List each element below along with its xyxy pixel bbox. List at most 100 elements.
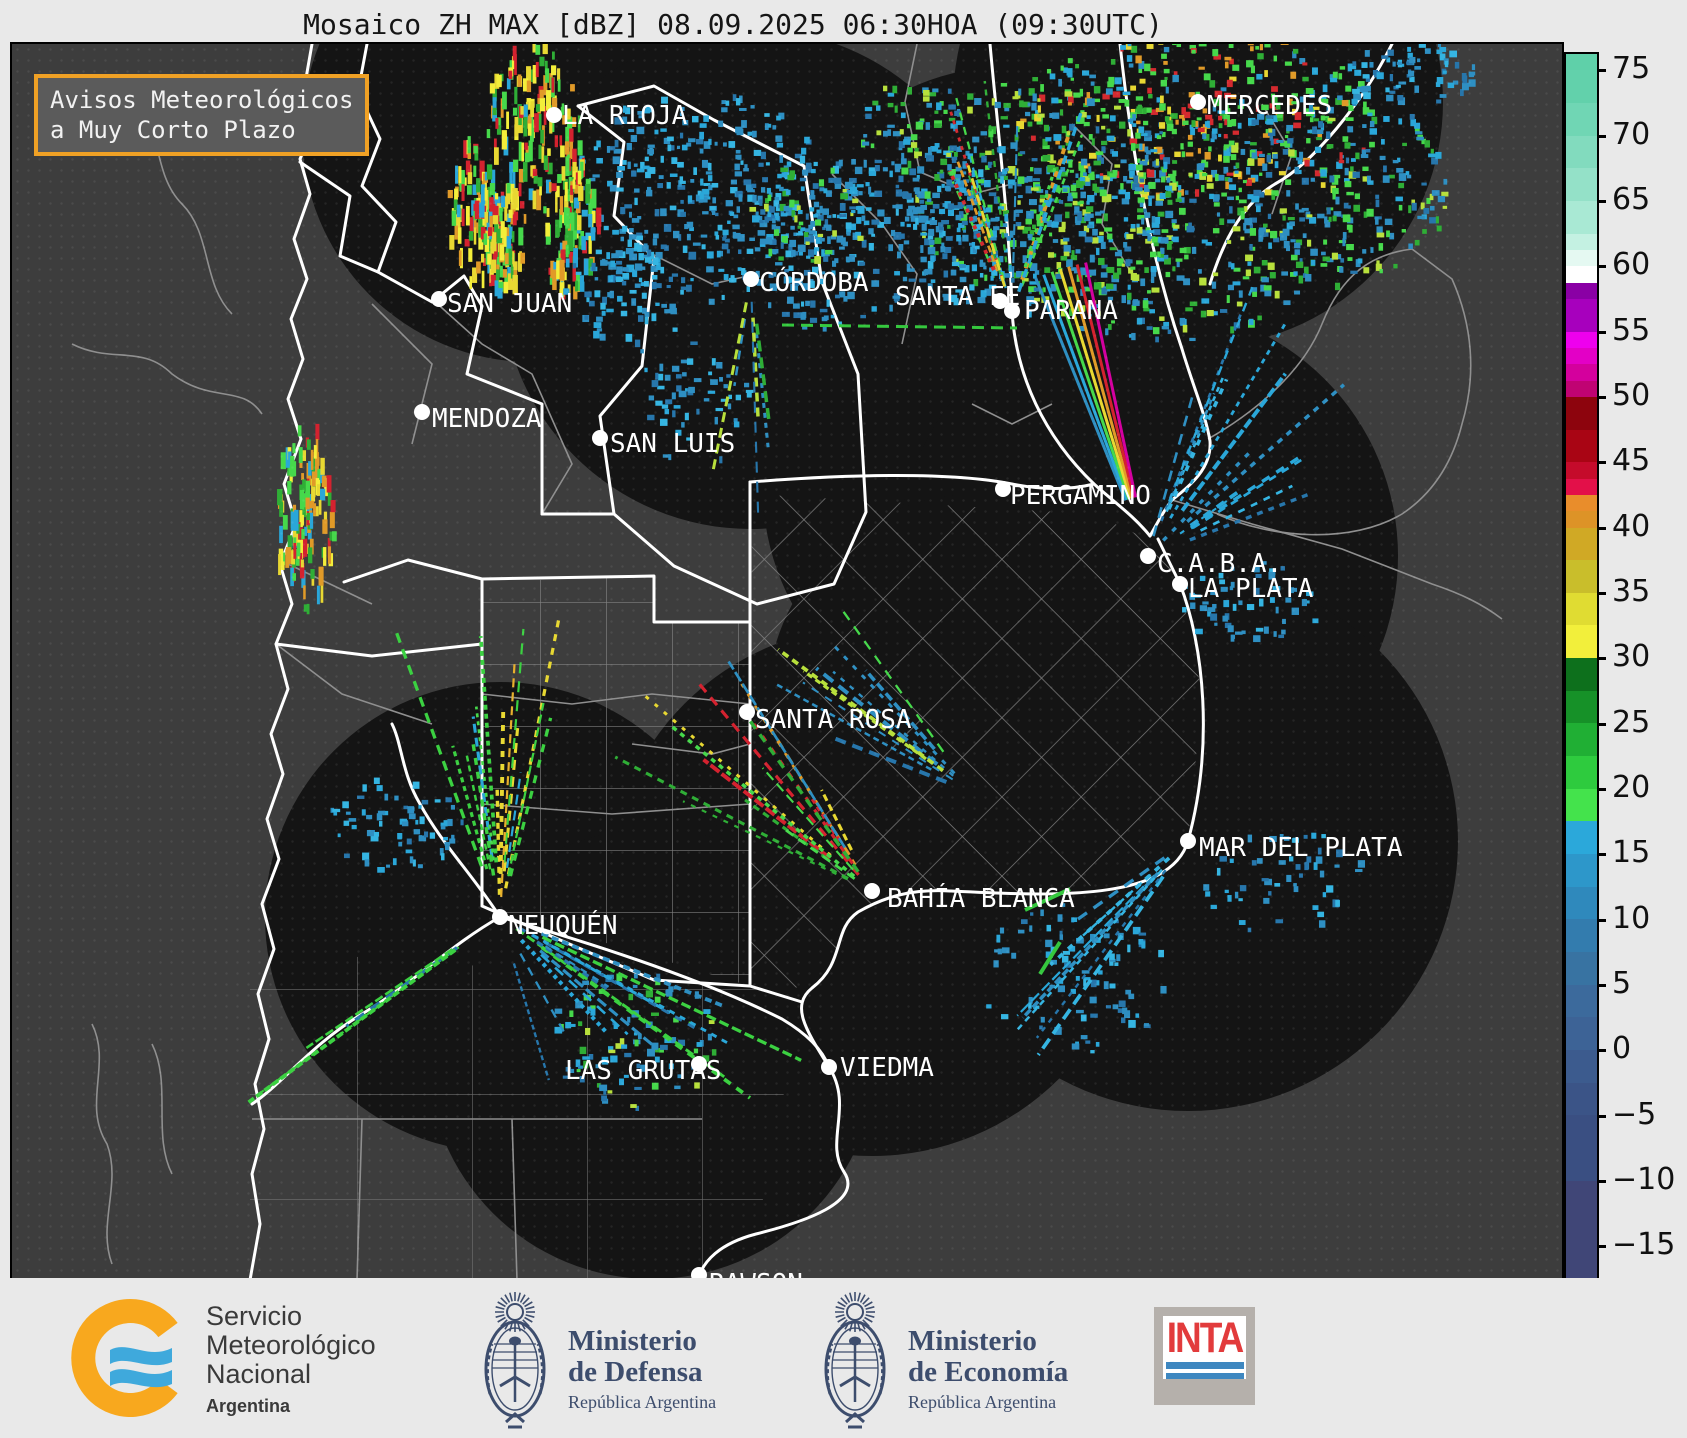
colorbar-tick [1597, 1245, 1606, 1249]
city-label: VIEDMA [840, 1053, 934, 1083]
colorbar-tick [1597, 396, 1606, 399]
colorbar-segment [1566, 462, 1597, 479]
colorbar-segment [1566, 266, 1597, 283]
colorbar-segment [1566, 788, 1597, 822]
city-label: CÓRDOBA [759, 266, 869, 298]
city-label: LAS GRUTAS [565, 1056, 722, 1086]
city-marker: CÓRDOBA [743, 266, 869, 298]
advisory-line2: a Muy Corto Plazo [50, 116, 296, 144]
page-title: Mosaico ZH MAX [dBZ] 08.09.2025 06:30HOA… [303, 8, 1163, 41]
city-marker: SANTA FE [895, 282, 1020, 312]
city-marker: BAHÍA BLANCA [864, 882, 1075, 914]
colorbar-segment [1566, 380, 1597, 397]
colorbar-segment [1566, 396, 1597, 430]
economia-subtitle: República Argentina [908, 1392, 1057, 1412]
colorbar-tick-label: 5 [1612, 965, 1632, 1001]
colorbar-tick-label: −10 [1612, 1161, 1676, 1197]
city-marker: MENDOZA [414, 404, 542, 434]
colorbar-tick-label: 55 [1612, 312, 1651, 348]
city-label: MERCEDES [1207, 91, 1332, 121]
smn-logo-icon [71, 1299, 178, 1417]
colorbar-tick-label: 50 [1612, 377, 1651, 413]
inta-label: INTA [1166, 1313, 1245, 1361]
coat-of-arms-icon [824, 1291, 886, 1429]
city-dot [1172, 576, 1188, 592]
city-dot [492, 909, 508, 925]
advisory-line1: Avisos Meteorológicos [50, 86, 354, 114]
city-dot [1190, 94, 1206, 110]
colorbar-segment [1566, 54, 1597, 71]
advisory-banner[interactable]: Avisos Meteorológicos a Muy Corto Plazo [34, 74, 370, 156]
city-dot [1180, 833, 1196, 849]
defensa-subtitle: República Argentina [568, 1392, 717, 1412]
colorbar-segment [1566, 592, 1597, 626]
colorbar-segment [1566, 723, 1597, 757]
colorbar-segment [1566, 658, 1597, 691]
colorbar-tick [1597, 69, 1606, 73]
city-dot [995, 481, 1011, 497]
colorbar-tick [1597, 592, 1606, 595]
colorbar-tick-label: 20 [1612, 769, 1651, 805]
coat-of-arms-icon [484, 1291, 546, 1429]
city-label: PARANA [1024, 296, 1118, 326]
colorbar-tick-label: 30 [1612, 639, 1651, 675]
economia-title1: Ministerio [908, 1325, 1037, 1357]
colorbar-segment [1566, 1017, 1597, 1051]
colorbar-tick [1597, 265, 1606, 269]
colorbar-tick-label: 40 [1612, 508, 1651, 544]
city-dot [592, 430, 608, 446]
inta-logo: INTA [1154, 1307, 1255, 1405]
colorbar-tick [1597, 657, 1606, 661]
colorbar-tick [1597, 722, 1606, 726]
colorbar-tick-label: 65 [1612, 181, 1651, 217]
city-dot [743, 271, 759, 287]
colorbar-segment [1566, 1050, 1597, 1083]
footer: Servicio Meteorológico Nacional Argentin… [0, 1278, 1687, 1438]
colorbar-tick-label: 45 [1612, 443, 1651, 479]
radar-map: LA RIOJA MERCEDES SAN JUAN CÓRDOBA SANTA FE P… [10, 42, 1564, 1282]
city-label: LA PLATA [1188, 574, 1314, 604]
colorbar-segment [1566, 331, 1597, 348]
smn-line4: Argentina [206, 1396, 291, 1416]
colorbar-tick-label: 10 [1612, 900, 1651, 936]
city-marker: SANTA ROSA [739, 704, 912, 735]
city-dot [1140, 548, 1156, 564]
colorbar-tick-label: 25 [1612, 704, 1651, 740]
colorbar-tick [1597, 918, 1606, 922]
city-label: SAN LUIS [610, 429, 735, 459]
colorbar-tick [1597, 200, 1606, 203]
ministerio-economia-logo: Ministerio de Economía República Argenti… [818, 1286, 1068, 1436]
colorbar-tick-label: −5 [1612, 1096, 1657, 1132]
colorbar-segment [1566, 168, 1597, 201]
ministerio-defensa-logo: Ministerio de Defensa República Argentin… [478, 1286, 716, 1436]
radar-product-page: Mosaico ZH MAX [dBZ] 08.09.2025 06:30HOA… [0, 0, 1687, 1438]
city-marker: MERCEDES [1190, 91, 1332, 121]
city-dot [864, 883, 880, 899]
colorbar-segment [1566, 494, 1597, 512]
smn-line3: Nacional [206, 1359, 312, 1389]
radar-map-svg: LA RIOJA MERCEDESSAN JUANCÓRDOBA SANTA FE P… [71, 44, 1503, 1280]
city-dot [1004, 303, 1020, 319]
colorbar-segment [1566, 478, 1597, 495]
colorbar-tick [1597, 330, 1606, 334]
colorbar-segment [1566, 527, 1597, 561]
economia-title2: de Economía [908, 1356, 1069, 1388]
colorbar-segment [1566, 919, 1597, 953]
smn-line1: Servicio [206, 1301, 303, 1331]
colorbar-tick [1597, 1180, 1606, 1183]
city-label: LA RIOJA [562, 101, 688, 131]
colorbar-segment [1566, 347, 1597, 365]
colorbar-segment [1566, 690, 1597, 724]
city-label: BAHÍA BLANCA [887, 882, 1075, 914]
city-marker: NEUQUÉN [492, 909, 618, 941]
city-dot [414, 404, 430, 420]
colorbar-tick [1597, 788, 1606, 791]
colorbar [1564, 52, 1599, 1281]
city-label: SANTA ROSA [755, 705, 912, 735]
colorbar-segment [1566, 249, 1597, 267]
city-dot [821, 1059, 837, 1075]
colorbar-tick-label: 70 [1612, 116, 1651, 152]
colorbar-segment [1566, 298, 1597, 332]
colorbar-segment [1566, 1082, 1597, 1116]
colorbar-segment [1566, 429, 1597, 463]
